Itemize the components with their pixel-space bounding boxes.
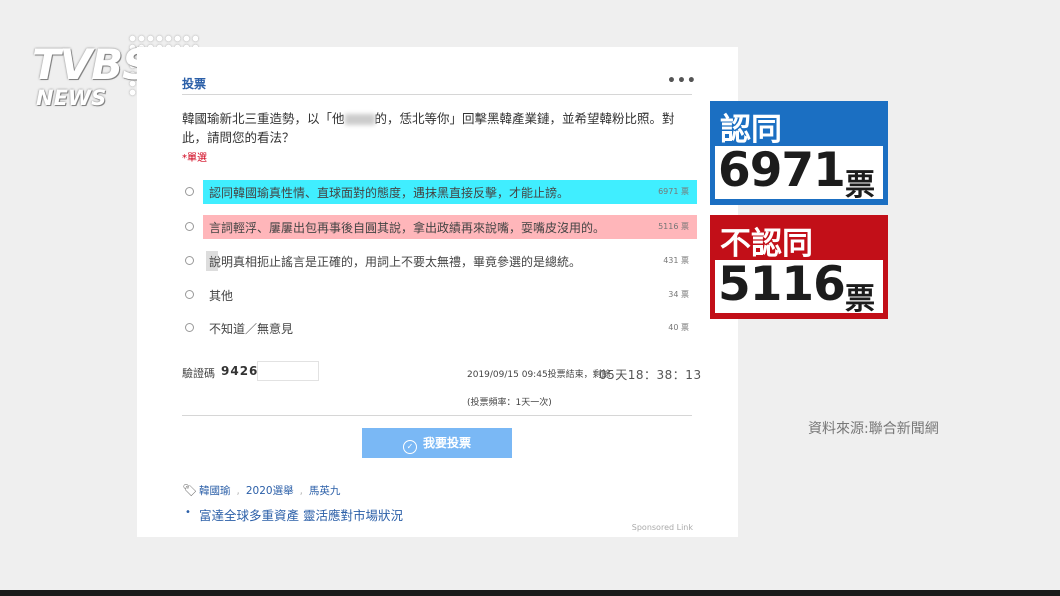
tag-link[interactable]: 2020選舉 [246, 485, 294, 497]
more-icon[interactable]: ••• [667, 73, 697, 89]
single-choice-note: *單選 [182, 153, 207, 164]
source-credit: 資料來源:聯合新聞網 [808, 421, 939, 437]
check-icon: ✓ [402, 440, 417, 454]
option-count: 6971 票 [658, 187, 689, 196]
tag-link[interactable]: 馬英九 [309, 485, 341, 497]
title-divider [182, 94, 692, 95]
result-count-box: 5116 票 [715, 257, 883, 317]
option-label: 其他 [209, 289, 234, 303]
tag-list: 韓國瑜, 2020選舉, 馬英九 [199, 485, 341, 497]
option-count: 5116 票 [658, 222, 689, 231]
radio-button[interactable] [185, 256, 194, 265]
option-label: 言詞輕浮、屢屢出包再事後自圓其說，拿出政績再來說嘴，耍嘴皮沒用的。 [209, 221, 606, 235]
result-number: 5116 [718, 257, 846, 312]
option-count: 40 票 [668, 323, 689, 332]
verify-code: 9426 [221, 364, 259, 378]
vote-button-label: 我要投票 [422, 436, 471, 450]
verify-input[interactable] [257, 361, 319, 381]
radio-button[interactable] [185, 290, 194, 299]
question-text-start: 韓國瑜新北三重造勢，以「他 [182, 111, 345, 126]
poll-option-other[interactable]: 其他 34 票 [182, 283, 697, 307]
poll-end-info: 2019/09/15 09:45投票結束，剩餘 [467, 370, 611, 380]
poll-option-agree[interactable]: 認同韓國瑜真性情、直球面對的態度，遇抹黑直接反擊，才能止謗。 6971 票 [182, 180, 697, 204]
option-label: 不知道／無意見 [209, 322, 294, 336]
vote-button[interactable]: ✓ 我要投票 [362, 428, 512, 458]
bottom-bar [0, 590, 1060, 596]
blurred-word [344, 114, 375, 125]
option-count: 34 票 [668, 290, 689, 299]
poll-title: 投票 [182, 77, 207, 91]
tag-icon: 🏷 [182, 483, 198, 497]
option-label: 認同韓國瑜真性情、直球面對的態度，遇抹黑直接反擊，才能止謗。 [209, 186, 570, 200]
radio-button[interactable] [185, 323, 194, 332]
poll-panel: 投票 ••• 韓國瑜新北三重造勢，以「他 的，恁北等你」回擊黑韓產業鏈，並希望韓粉… [137, 47, 738, 537]
radio-button[interactable] [185, 222, 194, 231]
logo-text-tvbs: TVBS [32, 40, 152, 89]
result-number: 6971 [718, 143, 846, 198]
radio-button[interactable] [185, 187, 194, 196]
result-unit: 票 [845, 168, 875, 203]
option-label: 說明真相扼止謠言是正確的，用詞上不要太無禮，畢竟參選的是總統。 [209, 255, 582, 269]
sponsored-link-text[interactable]: 富達全球多重資產 靈活應對市場狀況 [199, 505, 403, 524]
poll-option-explain[interactable]: 說明真相扼止謠言是正確的，用詞上不要太無禮，畢竟參選的是總統。 431 票 [182, 249, 697, 273]
result-unit: 票 [845, 282, 875, 317]
poll-option-disagree[interactable]: 言詞輕浮、屢屢出包再事後自圓其說，拿出政績再來說嘴，耍嘴皮沒用的。 5116 票 [182, 215, 697, 239]
button-divider [182, 415, 692, 416]
result-box-agree: 認同 6971 票 [710, 101, 888, 205]
sponsored-label: Sponsored Link [631, 523, 693, 532]
result-count-box: 6971 票 [715, 143, 883, 203]
result-box-disagree: 不認同 5116 票 [710, 215, 888, 319]
poll-question: 韓國瑜新北三重造勢，以「他 的，恁北等你」回擊黑韓產業鏈，並希望韓粉比照。對此，請… [182, 109, 697, 147]
verify-label: 驗證碼 [182, 367, 215, 380]
vote-frequency: (投票頻率：1天一次) [467, 398, 552, 408]
countdown-timer: 05天18：38：13 [599, 368, 702, 382]
sponsored-bullet: • [185, 507, 191, 518]
option-count: 431 票 [663, 256, 689, 265]
poll-option-no-opinion[interactable]: 不知道／無意見 40 票 [182, 316, 697, 340]
logo-text-news: NEWS [36, 86, 107, 110]
tag-link[interactable]: 韓國瑜 [199, 485, 231, 497]
